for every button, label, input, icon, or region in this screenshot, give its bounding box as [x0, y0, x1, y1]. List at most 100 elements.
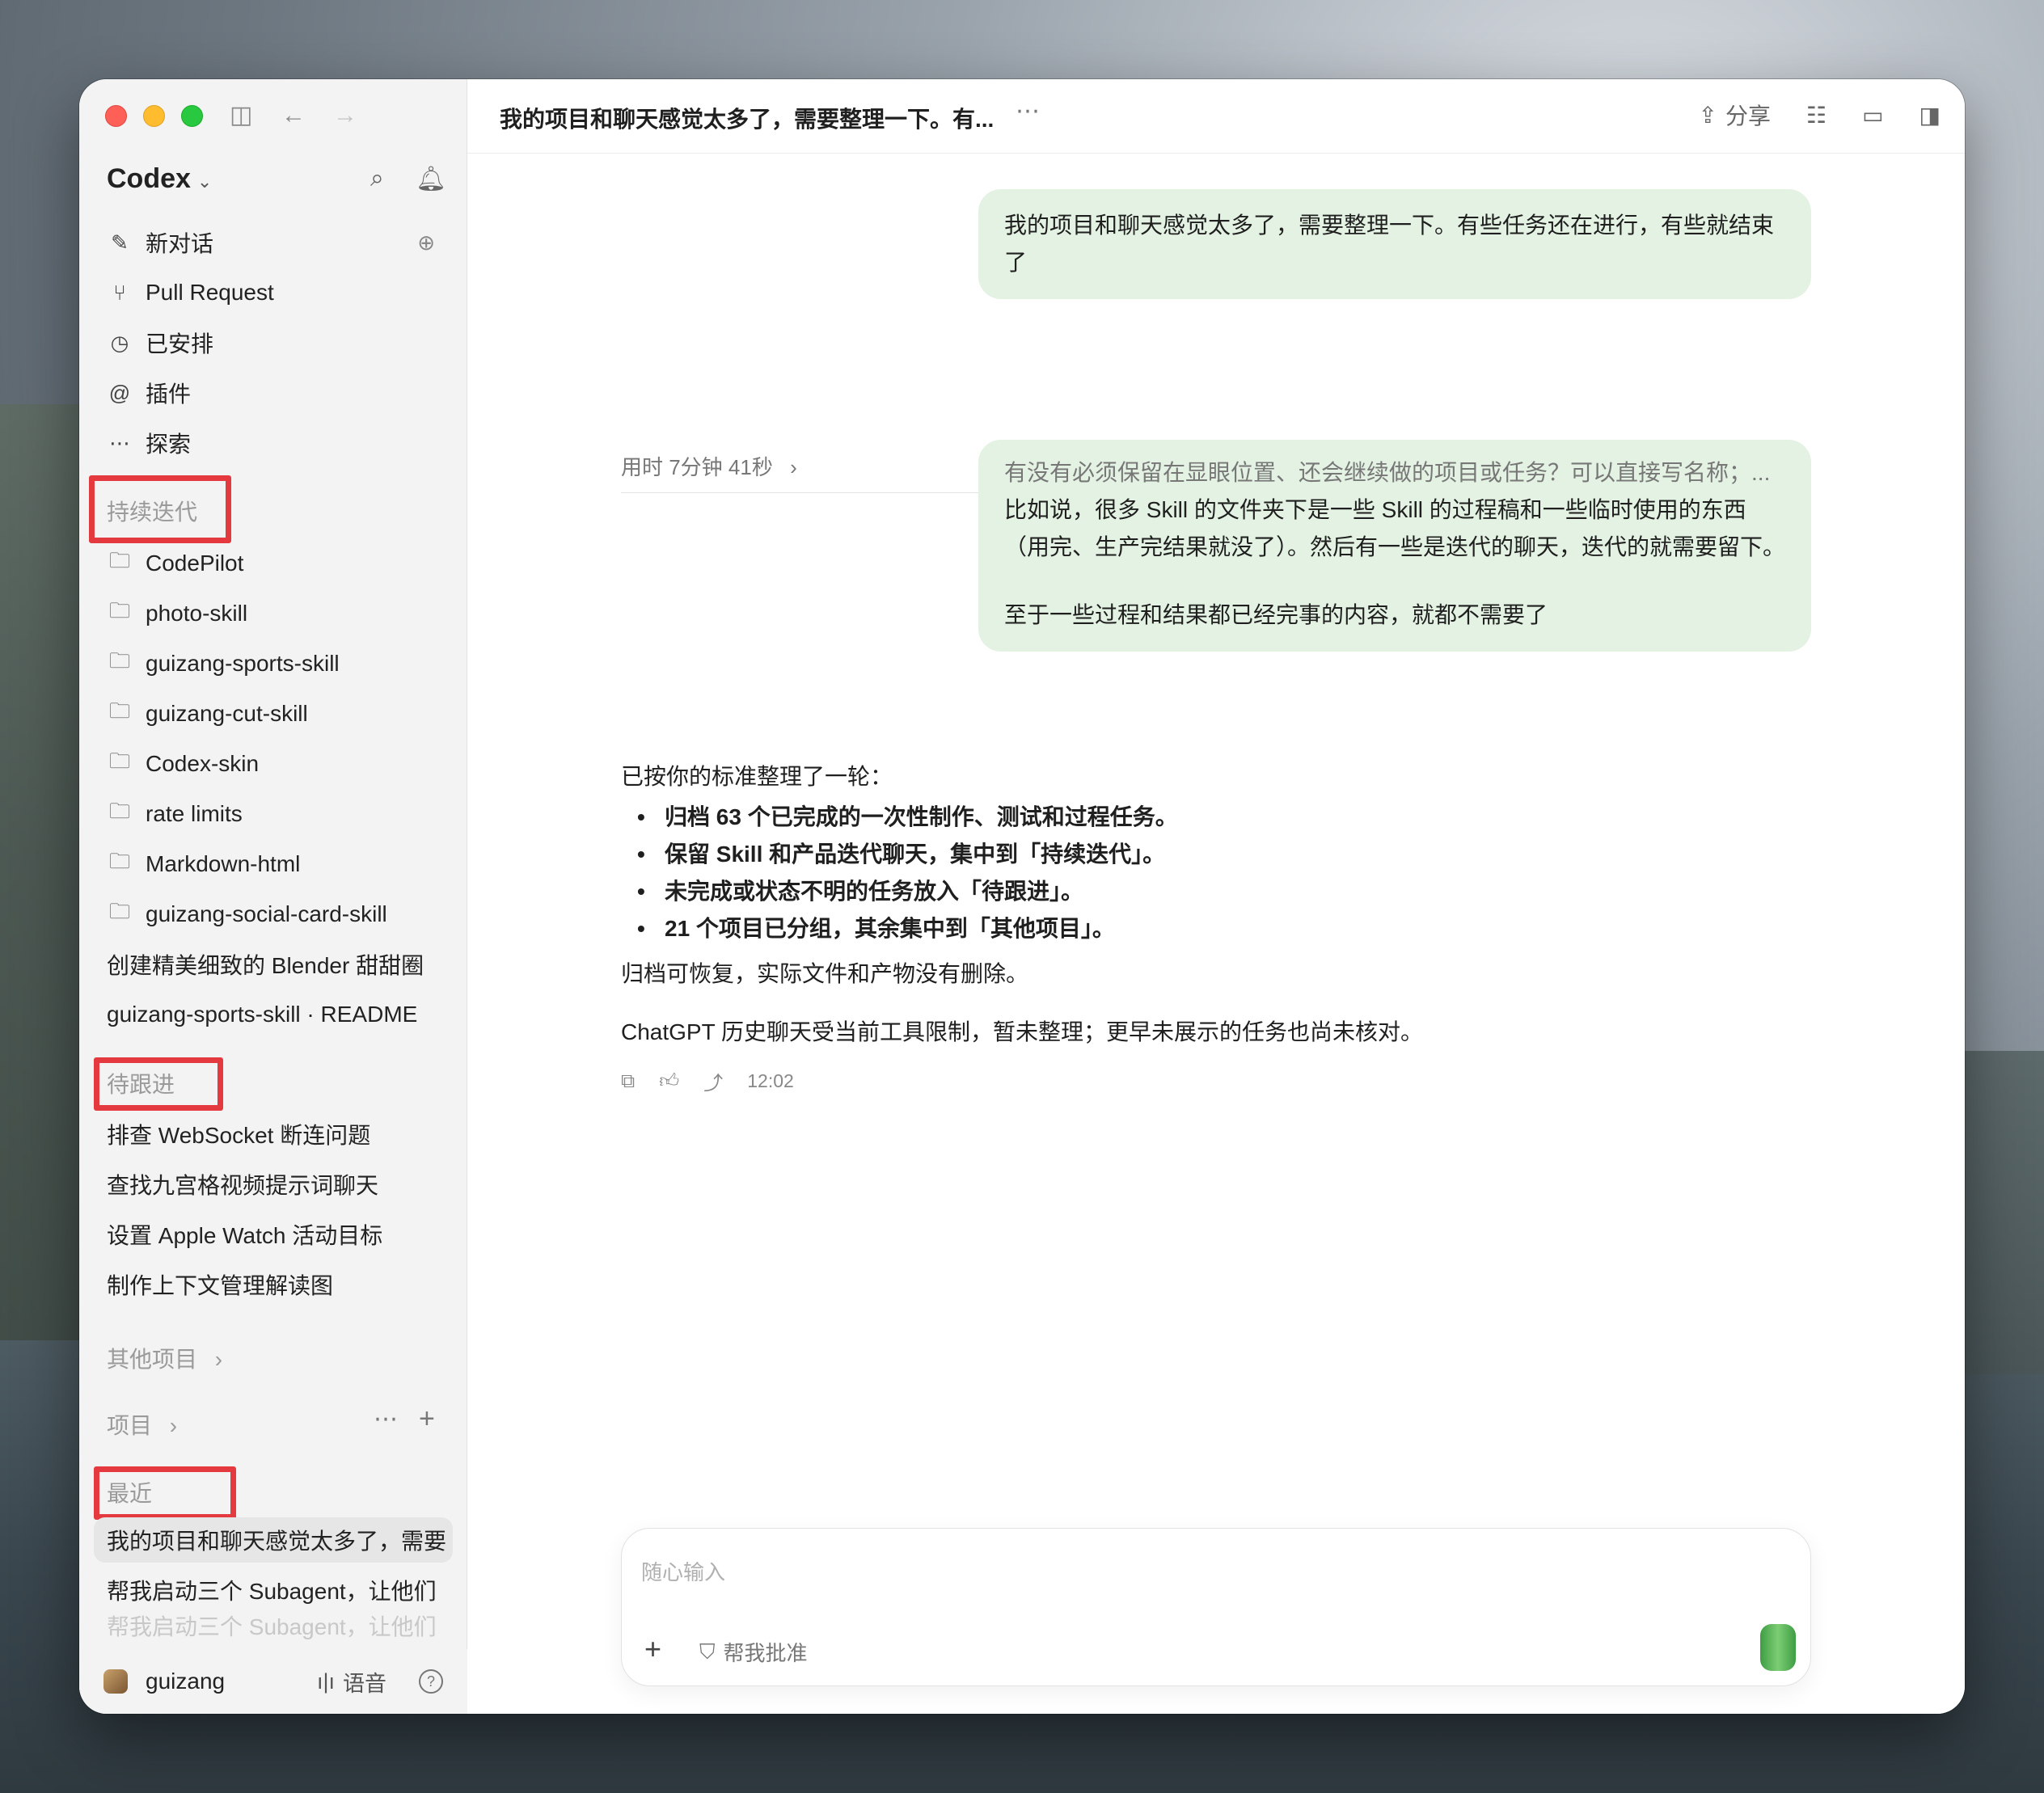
- followup-item[interactable]: 制作上下文管理解读图: [107, 1262, 438, 1307]
- toolbar-right: ⇪ 分享 ☷ ▭ ◨: [1698, 99, 1941, 131]
- nav-pull-request[interactable]: ⑂ Pull Request: [107, 270, 446, 315]
- title-bar: 我的项目和聊天感觉太多了，需要整理一下。有... ⋯ ⇪ 分享 ☷ ▭ ◨: [467, 79, 1965, 154]
- user-name[interactable]: guizang: [146, 1669, 225, 1694]
- chevron-down-icon: ⌄: [196, 171, 213, 192]
- minimize-window-button[interactable]: [143, 105, 165, 127]
- user-message-bubble: 我的项目和聊天感觉太多了，需要整理一下。有些任务还在进行，有些就结束了: [978, 189, 1811, 299]
- pull-request-icon: ⑂: [113, 280, 126, 305]
- followup-item[interactable]: 查找九宫格视频提示词聊天: [107, 1162, 438, 1207]
- chat-item[interactable]: 创建精美细致的 Blender 甜甜圈: [107, 942, 438, 987]
- project-label: guizang-social-card-skill: [146, 901, 387, 926]
- voice-button[interactable]: ı|ı 语音: [317, 1666, 386, 1698]
- search-icon[interactable]: ⌕: [370, 165, 384, 192]
- folder-icon: 🗀: [108, 899, 130, 923]
- share-label: 分享: [1725, 103, 1771, 129]
- recent-item-active[interactable]: 我的项目和聊天感觉太多了，需要: [94, 1517, 453, 1563]
- project-item[interactable]: 🗀 CodePilot: [107, 541, 446, 586]
- app-brand[interactable]: Codex ⌄: [107, 163, 212, 195]
- answer-paragraph: 归档可恢复，实际文件和产物没有删除。: [621, 961, 1029, 986]
- answer-bullet: 未完成或状态不明的任务放入「待跟进」。: [621, 873, 1810, 910]
- avatar[interactable]: [103, 1669, 128, 1694]
- chevron-right-icon: ›: [169, 1413, 178, 1438]
- share-button[interactable]: ⇪ 分享: [1698, 99, 1770, 131]
- desktop-wallpaper-right: [1955, 1051, 2044, 1374]
- nav-new-chat[interactable]: ✎ 新对话 ⊕: [107, 220, 446, 265]
- project-label: guizang-cut-skill: [146, 701, 308, 726]
- sidebar-toggle-icon[interactable]: ◫: [230, 103, 252, 128]
- upload-icon: ⇪: [1698, 102, 1717, 128]
- project-item[interactable]: 🗀 guizang-cut-skill: [107, 691, 446, 736]
- waveform-icon: ı|ı: [316, 1669, 335, 1694]
- recent-item[interactable]: 帮我启动三个 Subagent，让他们: [107, 1567, 438, 1613]
- more-icon[interactable]: ⋯: [374, 1405, 398, 1433]
- nav-label: 新对话: [146, 231, 214, 256]
- nav-scheduled[interactable]: ◷ 已安排: [107, 320, 446, 365]
- checklist-icon[interactable]: ☷: [1806, 102, 1827, 129]
- project-label: guizang-sports-skill: [146, 651, 340, 676]
- other-projects-label: 其他项目: [107, 1347, 198, 1372]
- brand-label: Codex: [107, 163, 191, 194]
- add-attachment-icon[interactable]: +: [644, 1632, 661, 1666]
- nav-plugins[interactable]: @ 插件: [107, 370, 446, 416]
- other-projects-link[interactable]: 其他项目 ›: [107, 1342, 222, 1374]
- send-button[interactable]: [1760, 1624, 1796, 1671]
- project-label: Codex-skin: [146, 751, 260, 776]
- composer[interactable]: 随心输入 + ⛉ 帮我批准: [621, 1528, 1811, 1686]
- answer-bullet: 归档 63 个已完成的一次性制作、测试和过程任务。: [621, 799, 1810, 836]
- nav-explore[interactable]: ⋯ 探索: [107, 420, 446, 466]
- project-item[interactable]: 🗀 rate limits: [107, 791, 446, 837]
- branch-icon[interactable]: ⤴: [703, 1067, 723, 1095]
- terminal-panel-icon[interactable]: ▭: [1862, 102, 1883, 129]
- zoom-window-button[interactable]: [181, 105, 203, 127]
- chevron-right-icon: ›: [790, 455, 797, 479]
- sidebar-footer: guizang ı|ı 语音 ?: [79, 1649, 467, 1714]
- folder-icon: 🗀: [108, 698, 130, 723]
- followup-item[interactable]: 排查 WebSocket 断连问题: [107, 1112, 438, 1157]
- approve-label: 帮我批准: [723, 1641, 808, 1665]
- thumbs-icon[interactable]: 👍︎: [659, 1070, 679, 1093]
- chat-item[interactable]: guizang-sports-skill · README: [107, 992, 438, 1037]
- answer-intro: 已按你的标准整理了一轮：: [621, 764, 893, 789]
- projects-header[interactable]: 项目 ›: [107, 1408, 177, 1441]
- folder-icon: 🗀: [108, 548, 130, 572]
- project-label: photo-skill: [146, 601, 248, 626]
- timing-label: 用时 7分钟 41秒: [621, 455, 773, 479]
- add-circle-icon[interactable]: ⊕: [417, 230, 435, 255]
- folder-icon: 🗀: [108, 648, 130, 673]
- recent-item[interactable]: 帮我启动三个 Subagent，让他们: [107, 1609, 438, 1642]
- add-project-icon[interactable]: +: [419, 1403, 435, 1435]
- message-timestamp: 12:02: [747, 1070, 794, 1091]
- section-recent-label: 最近: [107, 1481, 153, 1506]
- copy-icon[interactable]: ⧉: [621, 1070, 635, 1093]
- plugin-icon: @: [108, 380, 131, 405]
- composer-input[interactable]: 随心输入: [641, 1556, 725, 1586]
- side-panel-icon[interactable]: ◨: [1919, 102, 1941, 129]
- chat-title: 我的项目和聊天感觉太多了，需要整理一下。有...: [500, 107, 995, 132]
- message-line: （用完、生产完结果就没了）。然后有一些是迭代的聊天，迭代的就需要留下。: [1004, 534, 1786, 559]
- project-item[interactable]: 🗀 guizang-social-card-skill: [107, 892, 446, 937]
- section-ongoing-label: 持续迭代: [107, 500, 198, 525]
- forward-arrow-icon[interactable]: →: [333, 103, 357, 128]
- approve-button[interactable]: ⛉ 帮我批准: [699, 1637, 808, 1667]
- project-label: Markdown-html: [146, 851, 301, 876]
- project-item[interactable]: 🗀 Markdown-html: [107, 842, 446, 887]
- followup-item[interactable]: 设置 Apple Watch 活动目标: [107, 1212, 438, 1257]
- assistant-message: 已按你的标准整理了一轮： 归档 63 个已完成的一次性制作、测试和过程任务。 保…: [621, 758, 1810, 1062]
- close-window-button[interactable]: [105, 105, 127, 127]
- user-message-bubble: 有没有必须保留在显眼位置、还会继续做的项目或任务？可以直接写名称；... 比如说…: [978, 440, 1811, 652]
- help-icon[interactable]: ?: [419, 1669, 443, 1694]
- answer-list: 归档 63 个已完成的一次性制作、测试和过程任务。 保留 Skill 和产品迭代…: [621, 799, 1810, 947]
- chevron-right-icon: ›: [214, 1347, 223, 1372]
- projects-label: 项目: [107, 1413, 153, 1438]
- section-followup-label: 待跟进: [107, 1072, 175, 1097]
- message-line: 至于一些过程和结果都已经完事的内容，就都不需要了: [1004, 602, 1548, 627]
- edit-icon: ✎: [111, 230, 129, 255]
- project-item[interactable]: 🗀 Codex-skin: [107, 741, 446, 787]
- project-item[interactable]: 🗀 photo-skill: [107, 591, 446, 636]
- bell-icon[interactable]: 🔔︎: [416, 165, 446, 193]
- window-controls: [105, 105, 203, 127]
- back-arrow-icon[interactable]: ←: [281, 103, 306, 128]
- title-more-icon[interactable]: ⋯: [1016, 97, 1040, 125]
- project-item[interactable]: 🗀 guizang-sports-skill: [107, 641, 446, 686]
